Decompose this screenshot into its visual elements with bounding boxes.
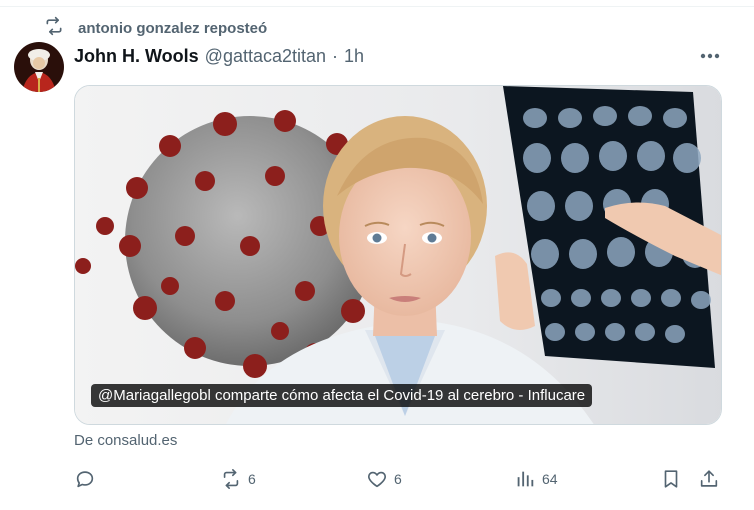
share-button[interactable] (698, 464, 720, 494)
bookmark-icon (664, 470, 678, 488)
views-icon (517, 471, 534, 487)
avatar[interactable] (14, 42, 64, 92)
media-card[interactable]: @Mariagallegobl comparte cómo afecta el … (74, 85, 722, 425)
tweet-header: John H. Wools @gattaca2titan · 1h (74, 44, 364, 68)
author-name[interactable]: John H. Wools (74, 46, 199, 67)
link-source[interactable]: De consalud.es (74, 432, 177, 449)
media-caption: @Mariagallegobl comparte cómo afecta el … (91, 384, 593, 407)
more-dots-icon (700, 53, 720, 59)
reply-icon (76, 471, 94, 488)
article-image (75, 86, 721, 424)
views-button[interactable]: 64 (514, 464, 558, 494)
heart-icon (368, 471, 386, 488)
author-handle[interactable]: @gattaca2titan (205, 46, 326, 67)
like-count: 6 (394, 471, 402, 487)
retweet-count: 6 (248, 471, 256, 487)
tweet-timestamp[interactable]: 1h (344, 46, 364, 67)
share-icon (700, 470, 718, 487)
repost-label: antonio gonzalez reposteó (78, 19, 268, 37)
timeline-divider (0, 0, 754, 7)
header-separator: · (332, 45, 339, 66)
repost-indicator[interactable]: antonio gonzalez reposteó (44, 14, 267, 42)
bookmark-button[interactable] (660, 464, 682, 494)
retweet-icon (223, 469, 239, 489)
reply-button[interactable] (74, 464, 102, 494)
more-options-button[interactable] (698, 44, 722, 68)
views-count: 64 (542, 471, 558, 487)
repost-icon (44, 16, 64, 41)
like-button[interactable]: 6 (366, 464, 402, 494)
tweet-actions: 6 6 64 (74, 464, 722, 494)
retweet-button[interactable]: 6 (220, 464, 256, 494)
